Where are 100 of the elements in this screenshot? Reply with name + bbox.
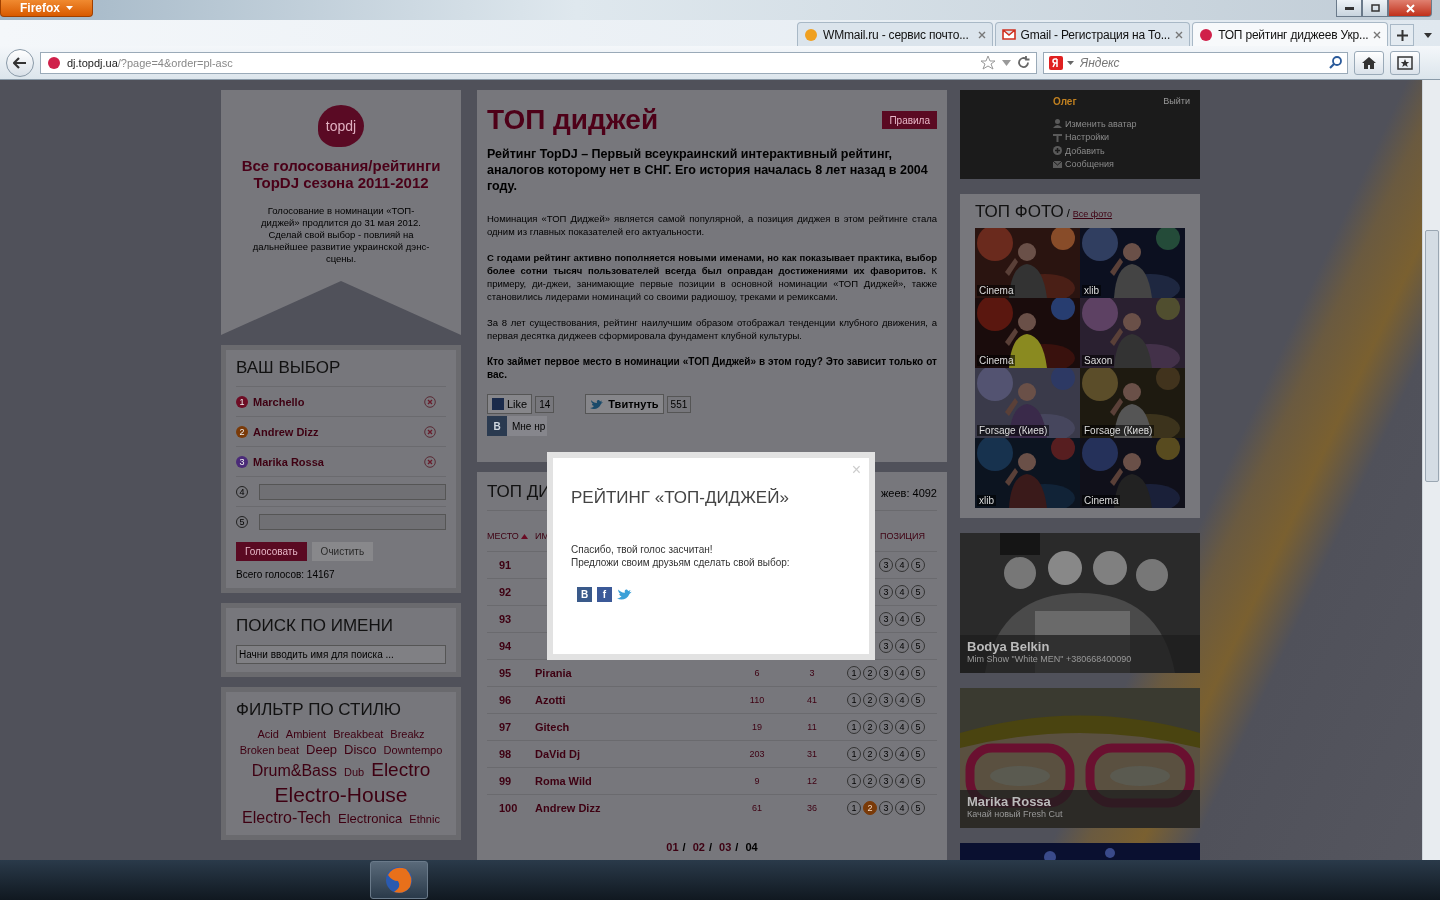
home-button[interactable] (1354, 50, 1384, 75)
remove-icon[interactable] (424, 425, 436, 438)
bird-icon[interactable] (617, 588, 634, 601)
close-icon[interactable] (1373, 30, 1382, 39)
dj-input-field[interactable] (259, 513, 446, 530)
search-icon[interactable] (1329, 56, 1342, 69)
dj-name[interactable]: Azotti (535, 694, 727, 706)
firefox-menu-button[interactable]: Firefox (0, 0, 93, 17)
reload-icon[interactable] (1017, 56, 1030, 69)
page-separator: / (708, 841, 712, 853)
style-tag[interactable]: Breakbeat (333, 728, 384, 740)
user-menu-link[interactable]: Сообщения (1053, 157, 1190, 171)
photo-tile[interactable]: Forsage (Киев) (1080, 368, 1185, 438)
all-photos-link[interactable]: Все фото (1072, 209, 1113, 219)
position-button[interactable]: 2 (863, 801, 877, 815)
style-tag[interactable]: Disco (344, 742, 377, 757)
style-tag[interactable]: Drum&Bass (251, 762, 337, 780)
vk-like-button[interactable]: В Мне нр (487, 416, 547, 436)
user-name: Олег (1053, 96, 1077, 107)
arrow-left-icon (13, 56, 27, 69)
photo-tile[interactable]: Saxon (1080, 298, 1185, 368)
place-cell-text: 93 (498, 613, 513, 625)
globe-icon (384, 865, 414, 895)
clear-button[interactable]: Очистить (311, 542, 374, 561)
style-tag[interactable]: Broken beat (239, 744, 299, 756)
browser-tab[interactable]: Gmail - Регистрация на То... (994, 22, 1191, 46)
remove-icon[interactable] (424, 455, 436, 468)
style-tag[interactable]: Electro-Tech (242, 809, 331, 827)
place-cell-text: 97 (498, 721, 513, 733)
scrollbar[interactable] (1422, 80, 1440, 860)
photo-tile[interactable]: Cinema (975, 298, 1080, 368)
promo-banner[interactable]: Marika Rossa Качай новый Fresh Cut (960, 688, 1200, 828)
dj-name[interactable]: Andrew Dizz (535, 802, 727, 814)
close-icon[interactable] (1175, 30, 1184, 39)
remove-icon[interactable] (424, 395, 436, 408)
style-tag[interactable]: Ethnic (409, 813, 440, 825)
facebook-share-button[interactable]: f (597, 587, 612, 602)
photo-tile[interactable]: Cinema (1080, 438, 1185, 508)
maximize-button[interactable] (1362, 0, 1388, 17)
dj-count: жеев: 4092 (880, 487, 937, 499)
dj-name[interactable]: Marika Rossa (253, 455, 419, 468)
user-menu-link[interactable]: Изменить аватар (1053, 117, 1190, 131)
place-cell-text: 98 (498, 748, 513, 760)
style-tag[interactable]: Breakz (390, 728, 425, 740)
tweet-button[interactable]: Твитнуть (585, 394, 664, 414)
plus-icon (1053, 146, 1062, 156)
photo-tile[interactable]: Cinema (975, 228, 1080, 298)
back-button[interactable] (6, 48, 34, 77)
browser-tab[interactable]: WMmail.ru - сервис почто... (797, 22, 993, 46)
search-engine-icon[interactable] (1049, 55, 1063, 70)
style-tag[interactable]: Electro (371, 759, 431, 781)
close-button[interactable] (1388, 0, 1432, 17)
name-search-field[interactable]: Начни вводить имя для поиска ... (236, 645, 446, 664)
page-link[interactable]: 02 (692, 841, 705, 853)
dj-name[interactable]: Andrew Dizz (253, 425, 419, 438)
rules-button[interactable]: Правила (882, 111, 937, 129)
photo-tile[interactable]: Forsage (Киев) (975, 368, 1080, 438)
style-tag[interactable]: Acid (257, 728, 279, 740)
dj-name[interactable]: Marchello (253, 395, 419, 408)
style-tag[interactable]: Ambient (285, 728, 327, 740)
minimize-button[interactable] (1336, 0, 1362, 17)
place-cell-text: 91 (498, 559, 513, 571)
dj-input-field[interactable] (259, 483, 446, 500)
photo-tile[interactable]: xlib (1080, 228, 1185, 298)
bookmarks-button[interactable] (1390, 50, 1420, 75)
dj-name[interactable]: Gitech (535, 721, 727, 733)
dj-name[interactable]: DaVid Dj (535, 748, 727, 760)
dj-name[interactable]: Pirania (535, 667, 727, 679)
user-menu-link[interactable]: Добавить (1053, 144, 1190, 158)
browser-tab[interactable]: ТОП рейтинг диджеев Укр... (1192, 22, 1389, 46)
taskbar-button[interactable] (370, 861, 428, 899)
like-button[interactable]: Like (487, 394, 533, 414)
caret-icon[interactable] (1424, 33, 1432, 38)
new-tab-button[interactable] (1390, 24, 1415, 46)
style-tag[interactable]: Deep (306, 742, 338, 757)
column-header[interactable]: МЕСТО (487, 531, 535, 541)
vote-button[interactable]: Голосовать (236, 542, 307, 561)
style-tag[interactable]: Electro-House (274, 783, 408, 807)
dj-name[interactable]: Roma Wild (535, 775, 727, 787)
promo-banner[interactable]: Bodya Belkin Mim Show "White MEN" +380668400090 (960, 533, 1200, 673)
user-menu-link[interactable]: Настройки (1053, 130, 1190, 144)
search-bar[interactable]: Яндекс (1043, 51, 1348, 74)
site-logo[interactable]: topdj (318, 105, 364, 147)
page-link[interactable]: 03 (719, 841, 732, 853)
style-tag[interactable]: Electronica (338, 811, 403, 826)
column-header[interactable]: ПОЗИЦИЯ (880, 531, 925, 541)
caret-icon[interactable] (1067, 60, 1074, 65)
lead-paragraph: Рейтинг TopDJ – Первый всеукраинский интерактивный рейтинг, аналогов которому нет в СНГ. Его история началась 8 лет назад в 2004 году. (487, 146, 929, 194)
style-tag[interactable]: Downtempo (383, 744, 443, 756)
photo-tile[interactable]: xlib (975, 438, 1080, 508)
star-icon[interactable] (980, 55, 996, 70)
page-link[interactable]: 04 (745, 841, 758, 853)
style-tag[interactable]: Dub (344, 766, 365, 778)
photo-caption: Cinema (977, 355, 1016, 366)
page-link[interactable]: 01 (666, 841, 679, 853)
logout-link[interactable]: Выйти (1163, 96, 1190, 107)
tweet-count: 551 (666, 395, 692, 413)
vk-share-button[interactable]: В (577, 587, 592, 602)
close-icon[interactable] (977, 30, 986, 39)
address-field[interactable]: dj.topdj.ua/?page=4&order=pl-asc (40, 51, 1037, 74)
